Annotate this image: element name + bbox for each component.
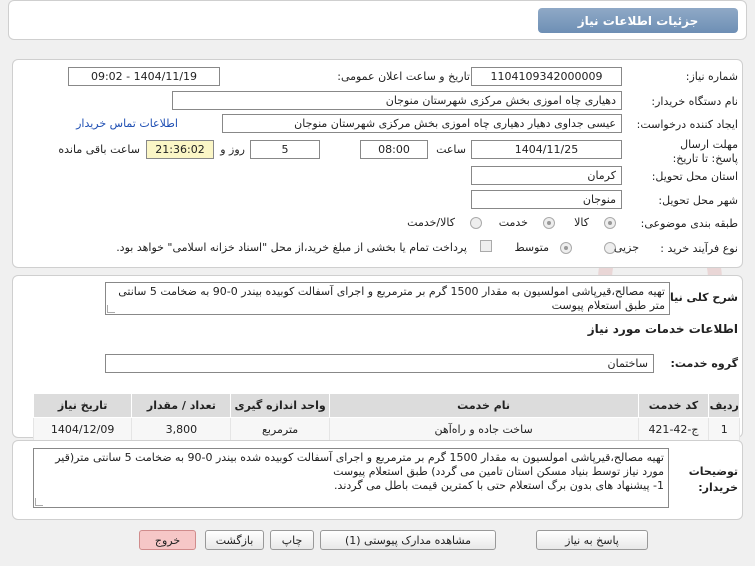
cell-unit: مترمربع: [230, 417, 330, 442]
treasury-payment-note: پرداخت تمام یا بخشی از مبلغ خرید،از محل …: [116, 241, 467, 254]
category-goods-service-label: کالا/خدمت: [407, 216, 455, 229]
province-label: استان محل تحویل:: [651, 170, 738, 183]
page-header: جزئیات اطلاعات نیاز: [8, 0, 747, 40]
days-remaining-field: 5: [250, 140, 320, 159]
cell-quantity: 3,800: [131, 417, 232, 442]
table-row: 1 ج-42-421 ساخت جاده و راه‌آهن مترمربع 3…: [32, 417, 740, 442]
remaining-time-label: ساعت باقی مانده: [58, 143, 140, 156]
view-attachments-button[interactable]: مشاهده مدارک پیوستی (1): [320, 530, 496, 550]
page-title: جزئیات اطلاعات نیاز: [538, 8, 738, 33]
announce-datetime-label: تاریخ و ساعت اعلان عمومی:: [337, 70, 470, 83]
deadline-date-field: 1404/11/25: [471, 140, 622, 159]
deadline-time-label: ساعت: [436, 143, 466, 156]
summary-label: شرح کلی نیاز:: [659, 291, 738, 304]
category-service-label: خدمت: [498, 216, 528, 229]
col-service-name: نام خدمت: [328, 393, 639, 418]
col-service-code: کد خدمت: [637, 393, 710, 418]
creator-label: ایجاد کننده درخواست:: [636, 118, 738, 131]
announce-datetime-field: 1404/11/19 - 09:02: [68, 67, 220, 86]
services-table-header: ردیف کد خدمت نام خدمت واحد اندازه گیری ت…: [32, 393, 740, 418]
cell-row-number: 1: [708, 417, 740, 442]
exit-button[interactable]: خروج: [139, 530, 196, 550]
process-type-label: نوع فرآیند خرید :: [660, 242, 738, 255]
need-number-label: شماره نیاز:: [685, 70, 738, 83]
city-label: شهر محل تحویل:: [658, 194, 738, 207]
deadline-label: مهلت ارسال پاسخ: تا تاریخ:: [672, 138, 738, 165]
buyer-org-label: نام دستگاه خریدار:: [651, 95, 738, 108]
summary-text: تهیه مصالح،قیرپاشی امولسیون به مقدار 150…: [105, 282, 670, 315]
process-medium-label: متوسط: [514, 241, 549, 254]
contact-buyer-link[interactable]: اطلاعات تماس خریدار: [76, 117, 178, 130]
buyer-org-field: دهیاری چاه اموزی بخش مرکزی شهرستان منوجا…: [172, 91, 622, 110]
days-label: روز و: [220, 143, 245, 156]
col-quantity: تعداد / مقدار: [131, 393, 232, 418]
reply-button[interactable]: پاسخ به نیاز: [536, 530, 648, 550]
need-number-field: 1104109342000009: [471, 67, 622, 86]
buyer-notes-resize-handle[interactable]: [35, 498, 43, 506]
back-button[interactable]: بازگشت: [205, 530, 264, 550]
cell-service-code: ج-42-421: [637, 417, 710, 442]
process-medium-radio[interactable]: [560, 242, 572, 254]
buyer-notes-text: تهیه مصالح،قیرپاشی امولسیون به مقدار 150…: [33, 448, 669, 508]
service-group-label: گروه خدمت:: [670, 357, 738, 370]
treasury-payment-checkbox[interactable]: [480, 240, 492, 252]
buyer-notes-label: توضیحات خریدار:: [688, 465, 738, 494]
col-need-date: تاریخ نیاز: [32, 393, 133, 418]
services-table: ردیف کد خدمت نام خدمت واحد اندازه گیری ت…: [32, 393, 740, 442]
cell-need-date: 1404/12/09: [32, 417, 133, 442]
category-label: طبقه بندی موضوعی:: [640, 217, 738, 230]
category-goods-service-radio[interactable]: [470, 217, 482, 229]
category-goods-label: کالا: [574, 216, 589, 229]
city-field: منوجان: [471, 190, 622, 209]
remaining-time-field: 21:36:02: [146, 140, 214, 159]
services-section-title: اطلاعات خدمات مورد نیاز: [587, 322, 738, 336]
category-goods-radio[interactable]: [604, 217, 616, 229]
summary-resize-handle[interactable]: [107, 305, 115, 313]
col-unit: واحد اندازه گیری: [230, 393, 330, 418]
col-row-number: ردیف: [708, 393, 740, 418]
deadline-time-field: 08:00: [360, 140, 428, 159]
creator-field: عیسی جداوی دهیار دهیاری چاه اموزی بخش مر…: [222, 114, 622, 133]
service-group-field: ساختمان: [105, 354, 654, 373]
process-minor-label: جزیی: [613, 241, 639, 254]
print-button[interactable]: چاپ: [270, 530, 314, 550]
cell-service-name: ساخت جاده و راه‌آهن: [328, 417, 639, 442]
province-field: کرمان: [471, 166, 622, 185]
category-service-radio[interactable]: [543, 217, 555, 229]
